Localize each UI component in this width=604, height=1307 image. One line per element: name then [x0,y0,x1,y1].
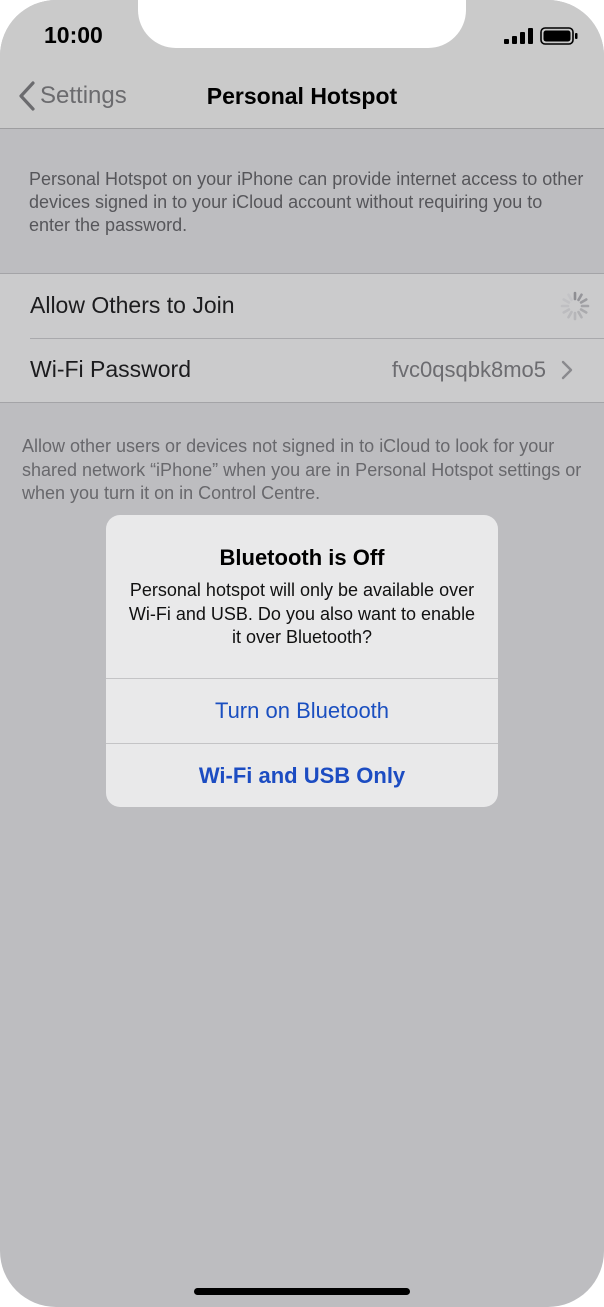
turn-on-bluetooth-button[interactable]: Turn on Bluetooth [106,678,498,743]
allow-others-row[interactable]: Allow Others to Join [0,274,604,339]
allow-others-label: Allow Others to Join [30,292,235,318]
bluetooth-alert-dialog: Bluetooth is Off Personal hotspot will o… [106,515,498,807]
home-indicator[interactable] [194,1288,410,1295]
wifi-password-value: fvc0qsqbk8mo5 [391,357,546,382]
signal-icon [504,28,533,44]
settings-group: Allow Others to Join Wi-Fi Password fvc0… [0,273,604,403]
phone-screen: 10:00 Settings Personal Hotspot Personal… [0,0,604,1307]
alert-message: Personal hotspot will only be available … [128,580,476,647]
wifi-usb-only-button[interactable]: Wi-Fi and USB Only [106,743,498,807]
status-bar: 10:00 [0,0,604,60]
battery-icon [540,27,578,45]
chevron-right-icon [561,360,573,380]
page-title: Personal Hotspot [206,83,398,109]
navigation-bar: Settings Personal Hotspot [0,60,604,129]
alert-title: Bluetooth is Off [219,545,385,570]
footer-note: Allow other users or devices not signed … [22,436,582,503]
wifi-password-row[interactable]: Wi-Fi Password fvc0qsqbk8mo5 [0,338,604,402]
status-time: 10:00 [44,22,103,48]
wifi-password-label: Wi-Fi Password [30,356,192,382]
header-note: Personal Hotspot on your iPhone can prov… [29,169,584,235]
notch [138,0,466,48]
loading-spinner-icon [560,291,590,321]
